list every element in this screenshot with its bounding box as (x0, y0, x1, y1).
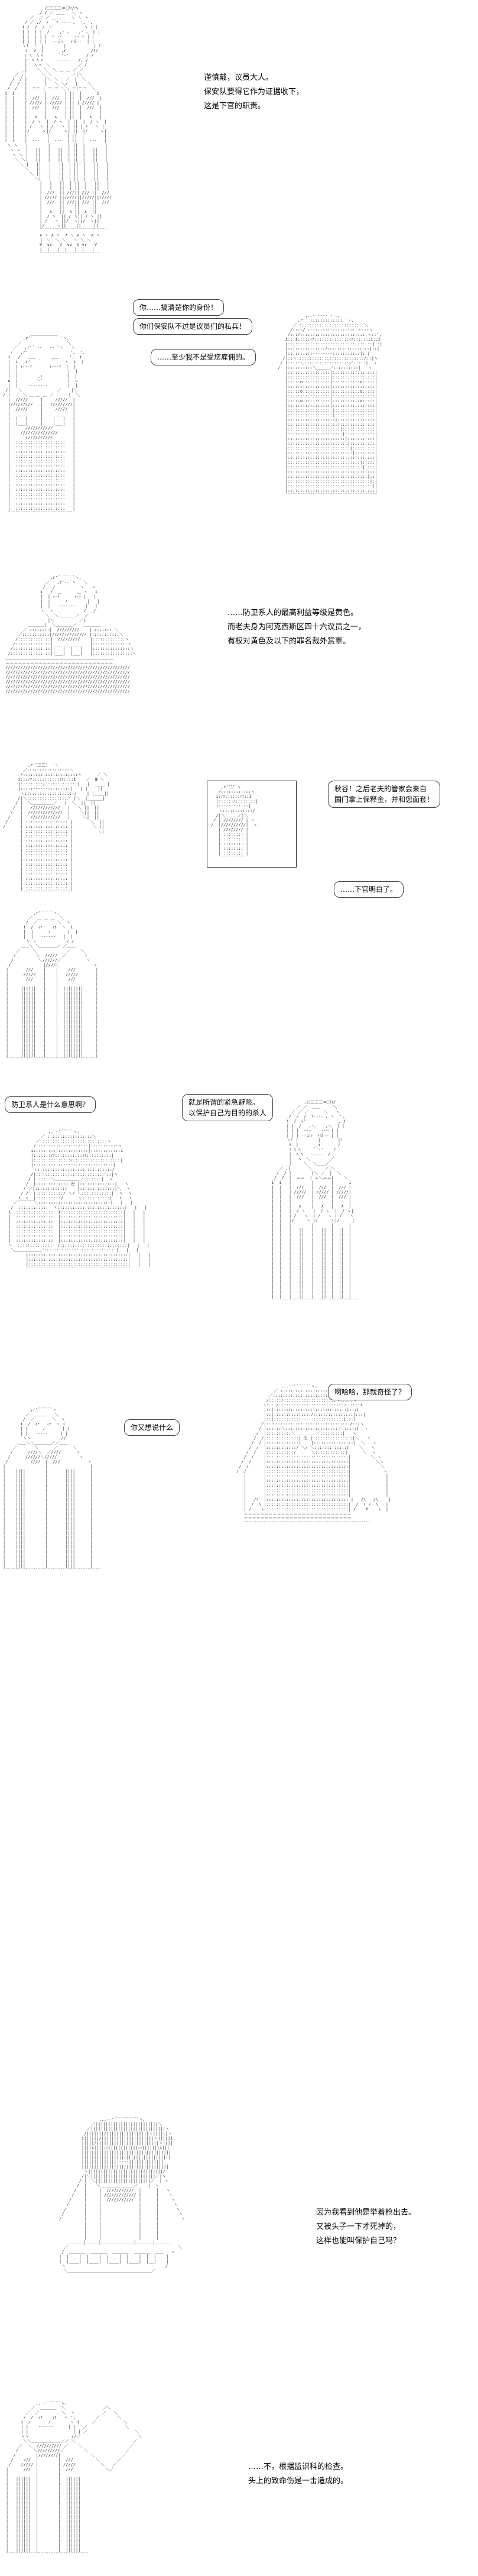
bubble-text: 你……搞清楚你的身份！ (139, 303, 218, 312)
panel-5: ,. ‐'´¨¨¨`ヽ、 ／ ::::::::::::::::::＼ ／ :::… (0, 1094, 478, 1342)
speech-bubble: 就是所谓的紧急避险。 以保护自己为目的的杀人 (182, 1094, 274, 1121)
inset-frame: ,r'ﾆﾆﾆ`ヽ /::::::::::::ヽ i:ｨｧ::::::ｨｧ::i … (207, 781, 297, 868)
speech-bubble: 你们保安队不过是议员们的私兵！ (133, 318, 253, 335)
bubble-text: 秋谷！之后老夫的管家会来自 (334, 785, 427, 793)
bubble-text: 国门拿上保释金，并和您面套！ (334, 795, 434, 804)
ascii-art-officer-answering: ,ｨﾆニ三三＝ﾆｦｲ/ ／ ／ ＿＿ ＼ ／ ／ ／ ＼ ヽ / / / ｧ‐‐… (271, 1100, 359, 1303)
bubble-text: 你又想说什么 (131, 1423, 174, 1432)
narration-line: 这样也能叫保护自己吗？ (316, 2237, 401, 2245)
panel-3: ___ ,r'´ `ヽ、 ／ ,r'‐‐`ヽ ＼ / / ヽ ヽ i / ＿ ＿… (0, 571, 478, 748)
narration-text: ……防卫系人的最高利益等级是黄色。 而老夫身为阿克西斯区四十六议员之一， 有权对… (227, 606, 366, 649)
narration-line: 这是下官的职责。 (204, 102, 266, 111)
ascii-art-butler-inset: ,r'ﾆﾆﾆ`ヽ /::::::::::::ヽ i:ｨｧ::::::ｨｧ::i … (211, 785, 258, 860)
speech-bubble: 啊哈哈，那就奇怪了？ (328, 1384, 412, 1400)
narration-line: 而老夫身为阿克西斯区四十六议员之一， (227, 623, 366, 632)
ascii-art-councilor-seated: ___ ,r'´ `ヽ、 ／ ,r'‐‐`ヽ ＼ / / ヽ ヽ i / ＿ ＿… (5, 571, 137, 698)
ascii-art-girl-long-hair: ,..-‐'´¨¨¨¨`ヽ、 ／ :::::::::::::::::::::: … (236, 1384, 391, 1526)
narration-text: 因为我看到他是举着枪出去。 又被头子一下才死掉的， 这样也能叫保护自己吗？ (316, 2206, 416, 2248)
ascii-art-councilor-robe: ,..- ‐‐‐‐ - ., ,r'´ ::::::::::::: `ヽ、 ／:… (278, 313, 383, 498)
panel-1: /ﾆニ三三＝ﾆｦｲ/ヘ ,/ / ／ ＿＿ ＼ ヽ ／ ／ ／ ＿ ヽ ヽ ヽ … (0, 0, 478, 284)
narration-line: 头上的致命伤是一击造成的。 (248, 2477, 349, 2486)
bubble-text: 你们保安队不过是议员们的私兵！ (139, 322, 246, 331)
narration-line: ……防卫系人的最高利益等级是黄色。 (227, 609, 359, 617)
ascii-art-officer-side: ,r'´¨¨¨¨`ヽ ／ ＿＿＿ ＼ / ／ ＼ ヽ i / ｨｧ ｨｧ ヽ i… (3, 1407, 100, 1573)
ascii-art-officer-thinking: ,. ‐'´¨¨¨`ヽ、 ／ ＿＿＿＿ ＼ ／＼ ／ ／ ＼ ヽ ／ ＼ / /… (6, 2401, 142, 2557)
bubble-text: 啊哈哈，那就奇怪了？ (334, 1388, 406, 1396)
panel-4: ,r'ﾆ三三ﾆ ｀ヽ ／:::::::::::::::::＼ /::::::::… (0, 763, 478, 1076)
speech-bubble: 防卫系人是什么意思啊？ (5, 1096, 96, 1113)
ascii-art-girl-closeup: ,..-‐'´¨¨¨¨¨¨¨¨`ヽ、 ／||||||||||||||||||||… (59, 2117, 186, 2273)
panel-6: ,r'´¨¨¨¨`ヽ ／ ＿＿＿ ＼ / ／ ＼ ヽ i / ｨｧ ｨｧ ヽ i… (0, 1372, 478, 1650)
ascii-art-officer-turned: ,r'´¨¨¨`ヽ、 ／ ＿ ＿ ＿ ＼ / ／ ＼ ヽ i / ｨｧ ｨｧ ヽ… (6, 911, 98, 1062)
panel-8: ,. ‐'´¨¨¨`ヽ、 ／ ＿＿＿＿ ＼ ／＼ ／ ／ ＼ ヽ ／ ＼ / /… (0, 2401, 478, 2572)
speech-bubble: 你又想说什么 (124, 1419, 180, 1436)
speech-bubble: 你……搞清楚你的身份！ (133, 299, 225, 316)
bubble-text: 以保护自己为目的的杀人 (188, 1109, 267, 1117)
bubble-text: 就是所谓的紧急避险。 (188, 1098, 260, 1106)
narration-line: 谨慎戴，议员大人。 (204, 73, 274, 82)
narration-line: 因为我看到他是举着枪出去。 (316, 2208, 417, 2217)
bubble-text: 防卫系人是什么意思啊？ (11, 1101, 90, 1109)
panel-7: ,..-‐'´¨¨¨¨¨¨¨¨`ヽ、 ／||||||||||||||||||||… (0, 2117, 478, 2389)
speech-bubble: ……下官明白了。 (334, 881, 404, 898)
narration-line: 保安队要得它作为证据收下， (204, 88, 304, 96)
narration-line: 有权对黄色及以下的罪名裁外赏辜。 (227, 637, 351, 646)
speech-bubble: ……至少我不是受您雇佣的。 (151, 349, 256, 365)
ascii-art-girl-portrait: ,. ‐'´¨¨¨`ヽ、 ／ ::::::::::::::::::＼ ／ :::… (8, 1130, 151, 1271)
speech-bubble: 秋谷！之后老夫的管家会来自 国门拿上保释金，并和您面套！ (328, 781, 441, 808)
panel-2: ___________ ,r'´ `ヽ、 ／ ＼ ／ ,r'´ ‐‐ ‐‐ `ヽ… (0, 296, 478, 562)
narration-line: 又被头子一下才死掉的， (316, 2222, 401, 2231)
narration-line: ……不，根据监识科的检查。 (248, 2462, 349, 2471)
narration-text: ……不，根据监识科的检查。 头上的致命伤是一击造成的。 (248, 2460, 348, 2488)
ascii-art-officer-standing: /ﾆニ三三＝ﾆｦｲ/ヘ ,/ / ／ ＿＿ ＼ ヽ ／ ／ ／ ＿ ヽ ヽ ヽ … (5, 6, 112, 257)
bubble-text: ……下官明白了。 (340, 885, 398, 894)
bubble-text: ……至少我不是受您雇佣的。 (157, 353, 250, 361)
ascii-art-councilor-phone: ,r'ﾆ三三ﾆ ｀ヽ ／:::::::::::::::::＼ /::::::::… (3, 763, 110, 895)
narration-text: 谨慎戴，议员大人。 保安队要得它作为证据收下， 这是下官的职责。 (204, 71, 304, 114)
